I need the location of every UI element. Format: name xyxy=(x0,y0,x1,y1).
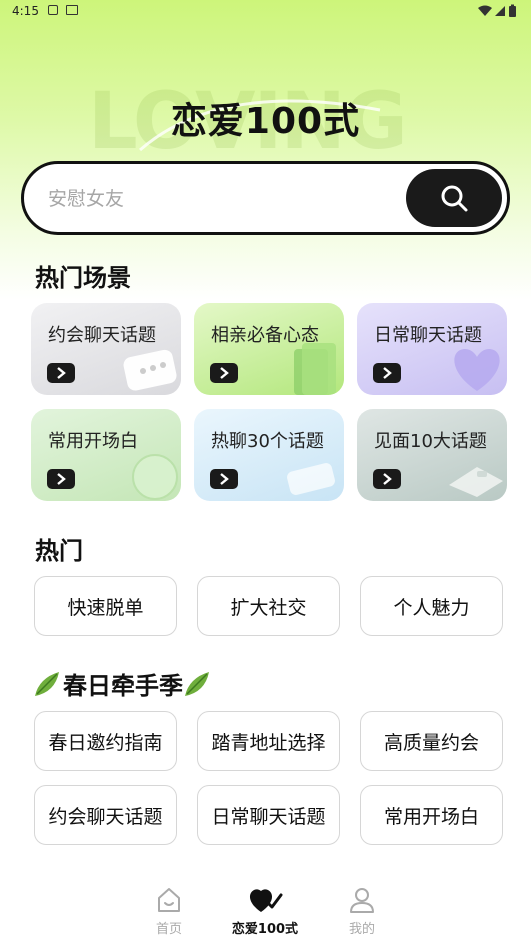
arrow-right-icon xyxy=(210,469,238,489)
arrow-right-icon xyxy=(373,363,401,383)
search-input[interactable] xyxy=(48,182,388,216)
nav-mine[interactable]: 我的 xyxy=(322,886,402,937)
nav-label: 恋爱100式 xyxy=(231,922,299,937)
scene-card[interactable]: 约会聊天话题 xyxy=(31,303,181,395)
spring-pill[interactable]: 常用开场白 xyxy=(360,785,503,845)
search-button[interactable] xyxy=(406,169,502,227)
battery-icon xyxy=(509,6,516,17)
spring-pill[interactable]: 高质量约会 xyxy=(360,711,503,771)
scene-card[interactable]: 相亲必备心态 xyxy=(194,303,344,395)
scene-card[interactable]: 热聊30个话题 xyxy=(194,409,344,501)
bottom-nav: 首页 恋爱100式 我的 xyxy=(0,876,531,944)
scene-card[interactable]: 日常聊天话题 xyxy=(357,303,507,395)
status-icons xyxy=(477,4,521,18)
gmail-icon xyxy=(66,5,78,15)
scene-card[interactable]: 常用开场白 xyxy=(31,409,181,501)
nav-home[interactable]: 首页 xyxy=(129,886,209,937)
home-icon xyxy=(158,888,180,912)
leaf-icon xyxy=(35,671,59,696)
spring-section-title: 春日牵手季 xyxy=(33,666,213,701)
leaf-icon xyxy=(185,671,209,696)
cube-decoration xyxy=(287,463,335,495)
bubble-decoration xyxy=(132,454,178,500)
app-title: 恋爱100式 xyxy=(170,101,361,142)
hot-pill[interactable]: 个人魅力 xyxy=(360,576,503,636)
heart-decoration xyxy=(454,349,500,391)
gamepad-decoration xyxy=(449,467,503,497)
signal-icon xyxy=(495,6,505,16)
arrow-right-icon xyxy=(210,363,238,383)
nav-label: 我的 xyxy=(348,922,375,937)
arrow-right-icon xyxy=(373,469,401,489)
hot-pill[interactable]: 扩大社交 xyxy=(197,576,340,636)
book-decoration xyxy=(294,343,336,395)
arrow-right-icon xyxy=(47,469,75,489)
status-bar: 4:15 xyxy=(0,0,531,24)
spring-title-text: 春日牵手季 xyxy=(63,672,183,700)
spring-pill[interactable]: 踏青地址选择 xyxy=(197,711,340,771)
hot-title: 热门 xyxy=(35,537,83,565)
arrow-right-icon xyxy=(47,363,75,383)
hot-pill[interactable]: 快速脱单 xyxy=(34,576,177,636)
hot-scenes-title: 热门场景 xyxy=(35,264,131,292)
user-icon xyxy=(350,888,374,913)
spring-pill[interactable]: 春日邀约指南 xyxy=(34,711,177,771)
search-bar xyxy=(21,161,510,235)
scene-card[interactable]: 见面10大话题 xyxy=(357,409,507,501)
wifi-icon xyxy=(478,5,492,16)
spring-pill[interactable]: 日常聊天话题 xyxy=(197,785,340,845)
status-time: 4:15 xyxy=(12,4,39,18)
heart-check-icon xyxy=(249,889,283,912)
nav-label: 首页 xyxy=(155,922,182,937)
chat-bubble-decoration xyxy=(123,349,177,391)
spring-pill[interactable]: 约会聊天话题 xyxy=(34,785,177,845)
nav-love100[interactable]: 恋爱100式 xyxy=(225,886,305,937)
search-icon xyxy=(441,185,468,212)
notification-a-icon xyxy=(48,5,58,15)
